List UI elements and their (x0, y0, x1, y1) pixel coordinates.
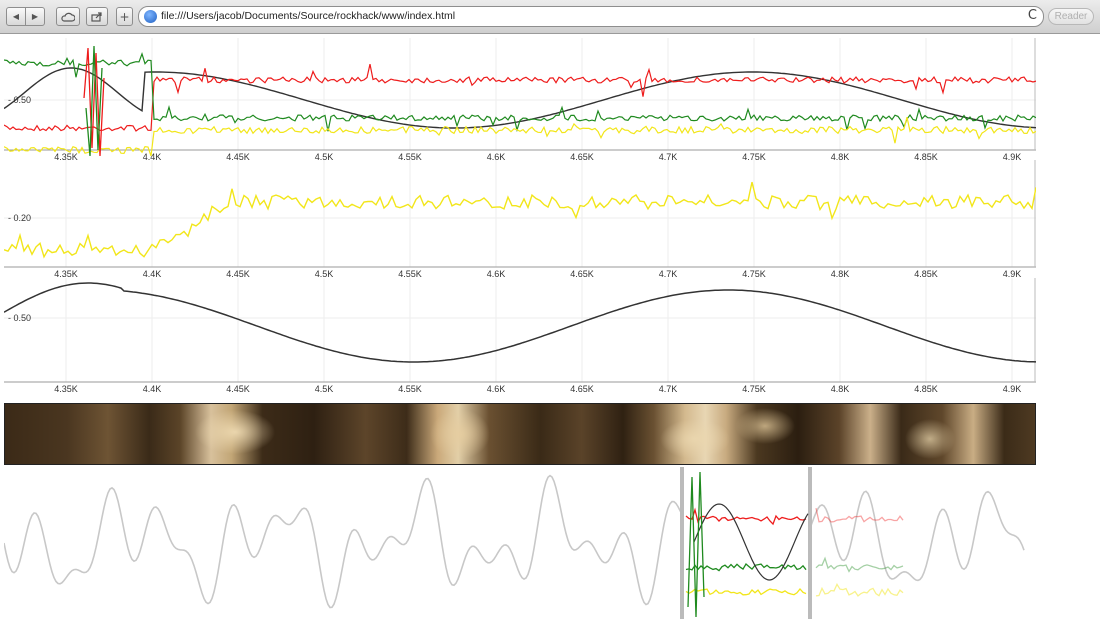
address-url: file:///Users/jacob/Documents/Source/roc… (161, 10, 456, 22)
x-tick-label: 4.45K (226, 384, 250, 394)
back-button[interactable]: ◀ (6, 7, 26, 26)
core-image-strip (4, 403, 1036, 465)
x-tick-label: 4.9K (1003, 152, 1022, 160)
globe-icon (144, 10, 157, 23)
x-tick-label: 4.45K (226, 152, 250, 160)
x-tick-label: 4.5K (315, 152, 334, 160)
black-series-chart: 4.35K 4.4K 4.45K 4.5K 4.55K 4.6K 4.65K 4.7K 4.75… (4, 278, 1036, 402)
black-series-chart-svg: 4.35K 4.4K 4.45K 4.5K 4.55K 4.6K 4.65K 4.7K 4.75… (4, 278, 1036, 394)
y-tick-label: - 0.50 (8, 313, 31, 323)
x-tick-label: 4.75K (742, 384, 766, 394)
x-tick-label: 4.65K (570, 269, 594, 277)
y-tick-label: - 0.20 (8, 213, 31, 223)
share-icon (91, 11, 102, 22)
black-series-line (4, 282, 1036, 363)
x-tick-label: 4.45K (226, 269, 250, 277)
x-tick-label: 4.65K (570, 384, 594, 394)
new-tab-button[interactable]: + (116, 7, 133, 26)
yellow-series-chart-svg: 4.35K 4.4K 4.45K 4.5K 4.55K 4.6K 4.65K 4.7K 4.75… (4, 160, 1036, 277)
x-tick-label: 4.85K (914, 269, 938, 277)
x-tick-label: 4.85K (914, 152, 938, 160)
faded-yellow-line (815, 583, 904, 597)
plus-icon: + (119, 9, 130, 24)
x-tick-label: 4.55K (398, 384, 422, 394)
share-button[interactable] (86, 7, 108, 26)
x-tick-label: 4.5K (315, 269, 334, 277)
faded-green-line (815, 556, 904, 573)
yellow-series-chart: 4.35K 4.4K 4.45K 4.5K 4.55K 4.6K 4.65K 4.7K 4.75… (4, 160, 1036, 277)
x-tick-label: 4.9K (1003, 269, 1022, 277)
x-tick-label: 4.55K (398, 269, 422, 277)
x-tick-label: 4.8K (831, 152, 850, 160)
cloud-icon (61, 12, 75, 22)
x-tick-label: 4.55K (398, 152, 422, 160)
reload-icon[interactable]: C (1028, 8, 1037, 23)
x-tick-label: 4.9K (1003, 384, 1022, 394)
back-arrow-icon: ◀ (12, 12, 20, 21)
x-tick-label: 4.65K (570, 152, 594, 160)
overview-series-line (4, 474, 1025, 609)
x-tick-label: 4.75K (742, 152, 766, 160)
multi-series-chart: 4.35K 4.4K 4.45K 4.5K 4.55K 4.6K 4.65K 4.7K 4.75… (4, 38, 1036, 160)
x-tick-label: 4.6K (487, 384, 506, 394)
x-tick-label: 4.4K (143, 384, 162, 394)
multi-series-chart-svg: 4.35K 4.4K 4.45K 4.5K 4.55K 4.6K 4.65K 4.7K 4.75… (4, 38, 1036, 160)
x-tick-label: 4.85K (914, 384, 938, 394)
browser-toolbar: ◀ ▶ + file:///Users/jacob/Documents/Sour… (0, 0, 1100, 34)
icloud-button[interactable] (56, 7, 80, 26)
x-tick-label: 4.5K (315, 384, 334, 394)
selection-right-handle[interactable] (808, 467, 812, 619)
address-bar[interactable]: file:///Users/jacob/Documents/Source/roc… (138, 6, 1044, 27)
red-spike (83, 47, 105, 157)
selection-left-handle[interactable] (680, 467, 684, 619)
x-tick-label: 4.7K (659, 269, 678, 277)
green-series-line (4, 52, 1036, 133)
x-tick-label: 4.4K (143, 152, 162, 160)
x-tick-label: 4.8K (831, 384, 850, 394)
yellow-series-line (4, 181, 1036, 259)
forward-button[interactable]: ▶ (25, 7, 45, 26)
x-tick-label: 4.35K (54, 269, 78, 277)
x-tick-label: 4.35K (54, 384, 78, 394)
x-tick-label: 4.7K (659, 152, 678, 160)
x-tick-label: 4.4K (143, 269, 162, 277)
forward-arrow-icon: ▶ (31, 12, 39, 21)
overview-chart-svg[interactable] (4, 467, 1036, 619)
x-tick-label: 4.8K (831, 269, 850, 277)
page-content: 4.35K 4.4K 4.45K 4.5K 4.55K 4.6K 4.65K 4.7K 4.75… (0, 34, 1100, 620)
x-tick-label: 4.6K (487, 152, 506, 160)
x-tick-label: 4.75K (742, 269, 766, 277)
reader-button[interactable]: Reader (1048, 8, 1094, 25)
x-tick-label: 4.6K (487, 269, 506, 277)
x-tick-label: 4.7K (659, 384, 678, 394)
x-tick-label: 4.35K (54, 152, 78, 160)
overview-chart (4, 467, 1036, 619)
